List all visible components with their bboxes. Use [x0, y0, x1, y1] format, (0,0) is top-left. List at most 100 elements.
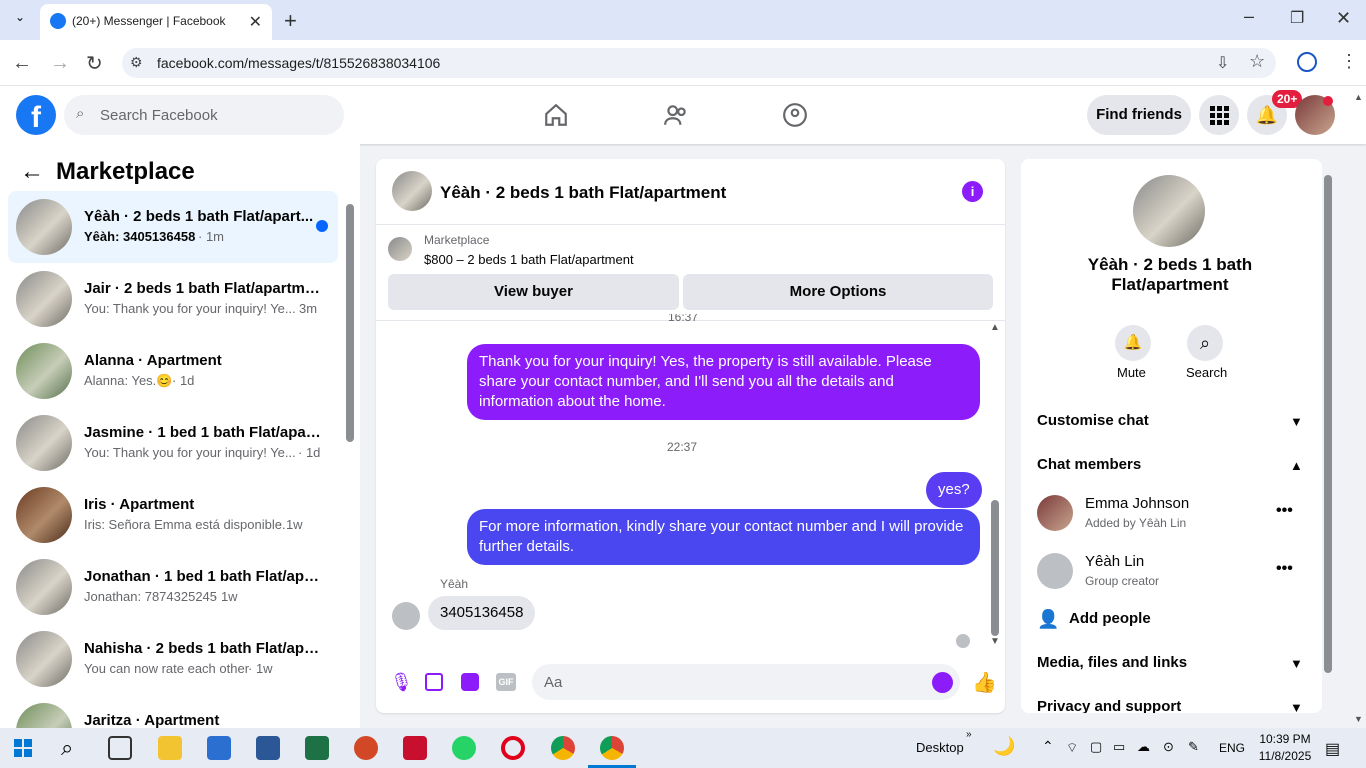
- notification-center-icon[interactable]: ▤: [1325, 739, 1340, 759]
- camera-icon[interactable]: ▢: [1090, 739, 1102, 755]
- page-scroll-down-icon[interactable]: ▼: [1354, 714, 1363, 724]
- groups-icon[interactable]: [782, 102, 808, 128]
- add-people-button[interactable]: Add people: [1069, 610, 1151, 627]
- more-icon[interactable]: •••: [1276, 560, 1293, 578]
- home-icon[interactable]: [543, 102, 569, 128]
- sticker-icon[interactable]: [461, 673, 479, 691]
- cloud-icon[interactable]: ☁: [1137, 739, 1150, 755]
- profile-avatar[interactable]: [1133, 175, 1205, 247]
- search-facebook-input[interactable]: ⌕ Search Facebook: [64, 95, 344, 135]
- install-app-icon[interactable]: ⇩: [1216, 53, 1229, 73]
- moon-icon[interactable]: 🌙: [993, 736, 1015, 757]
- chat-scrollbar[interactable]: [991, 500, 999, 636]
- chat-title[interactable]: Yêàh · 2 beds 1 bath Flat/apartment: [440, 183, 726, 203]
- page-scroll-up-icon[interactable]: ▲: [1354, 92, 1363, 102]
- bookmark-star-icon[interactable]: ☆: [1249, 51, 1265, 72]
- wifi-icon[interactable]: ⌔: [1066, 740, 1078, 756]
- file-explorer-icon[interactable]: [158, 736, 182, 760]
- minimize-icon[interactable]: –: [1244, 6, 1254, 27]
- conversation-item[interactable]: Yêàh · 2 beds 1 bath Flat/apart... Yêàh:…: [8, 191, 338, 263]
- member-name[interactable]: Emma Johnson: [1085, 495, 1189, 512]
- battery-icon[interactable]: ▭: [1113, 739, 1125, 755]
- more-icon[interactable]: •••: [1276, 502, 1293, 520]
- excel-icon[interactable]: [305, 736, 329, 760]
- chevron-down-icon[interactable]: ▼: [1290, 414, 1303, 429]
- customise-chat-section[interactable]: Customise chat: [1037, 412, 1149, 429]
- chrome-active-icon[interactable]: [600, 736, 624, 760]
- show-hidden-icons-icon[interactable]: ⌃: [1042, 738, 1054, 755]
- opera-icon[interactable]: [501, 736, 525, 760]
- conversation-item[interactable]: Jonathan · 1 bed 1 bath Flat/apa... Jona…: [8, 551, 338, 623]
- conversation-item[interactable]: Iris · Apartment Iris: Señora Emma está …: [8, 479, 338, 551]
- overflow-icon[interactable]: »: [966, 729, 972, 740]
- thumbs-up-icon[interactable]: 👍: [972, 670, 997, 695]
- browser-menu-icon[interactable]: ⋮: [1340, 51, 1358, 72]
- view-buyer-button[interactable]: View buyer: [388, 274, 679, 310]
- info-icon[interactable]: i: [962, 181, 983, 202]
- gif-icon[interactable]: GIF: [496, 673, 516, 691]
- window-close-icon[interactable]: ✕: [1336, 8, 1351, 29]
- site-info-icon[interactable]: ⚙: [130, 54, 143, 71]
- new-tab-icon[interactable]: +: [284, 8, 297, 34]
- url-text[interactable]: facebook.com/messages/t/815526838034106: [157, 55, 440, 71]
- conversation-item[interactable]: Jair · 2 beds 1 bath Flat/apartment You:…: [8, 263, 338, 335]
- chevron-down-icon[interactable]: ▼: [1290, 700, 1303, 713]
- task-view-icon[interactable]: [108, 736, 132, 760]
- media-section[interactable]: Media, files and links: [1037, 654, 1187, 671]
- network-icon[interactable]: ⊙: [1163, 739, 1174, 755]
- back-arrow-icon[interactable]: ←: [20, 158, 44, 186]
- clock-date[interactable]: 11/8/2025: [1256, 749, 1314, 763]
- more-options-button[interactable]: More Options: [683, 274, 993, 310]
- pdf-icon[interactable]: [403, 736, 427, 760]
- word-icon[interactable]: [256, 736, 280, 760]
- profile-icon[interactable]: [1297, 52, 1317, 72]
- sender-avatar[interactable]: [392, 602, 420, 630]
- pen-icon[interactable]: ✎: [1188, 739, 1199, 755]
- windows-start-icon[interactable]: [14, 739, 32, 757]
- right-scrollbar[interactable]: [1324, 175, 1332, 673]
- browser-tab[interactable]: (20+) Messenger | Facebook ✕: [40, 4, 272, 40]
- chat-avatar[interactable]: [392, 171, 432, 211]
- outgoing-message[interactable]: Thank you for your inquiry! Yes, the pro…: [467, 344, 980, 420]
- tab-search-icon[interactable]: ⌄: [10, 10, 30, 30]
- attach-photo-icon[interactable]: [425, 673, 443, 691]
- conversation-item[interactable]: Nahisha · 2 beds 1 bath Flat/apa... You …: [8, 623, 338, 695]
- facebook-logo-icon[interactable]: f: [16, 95, 56, 135]
- language-indicator[interactable]: ENG: [1219, 741, 1245, 755]
- chat-members-section[interactable]: Chat members: [1037, 456, 1141, 473]
- reload-icon[interactable]: ↻: [86, 51, 103, 76]
- member-avatar[interactable]: [1037, 553, 1073, 589]
- clock-time[interactable]: 10:39 PM: [1259, 732, 1311, 746]
- back-icon[interactable]: ←: [12, 52, 32, 75]
- voice-clip-icon[interactable]: 🎙: [390, 672, 413, 693]
- chrome-icon[interactable]: [551, 736, 575, 760]
- scroll-down-icon[interactable]: ▼: [990, 636, 1000, 647]
- outgoing-message[interactable]: For more information, kindly share your …: [467, 509, 980, 565]
- chevron-up-icon[interactable]: ▲: [1290, 458, 1303, 473]
- conversation-item[interactable]: Alanna · Apartment Alanna: Yes.😊 · 1d: [8, 335, 338, 407]
- friends-icon[interactable]: [663, 102, 689, 128]
- search-chat-icon[interactable]: ⌕: [1187, 325, 1223, 361]
- store-icon[interactable]: [207, 736, 231, 760]
- menu-grid-icon[interactable]: [1199, 95, 1239, 135]
- outgoing-message[interactable]: yes?: [926, 472, 982, 508]
- conversation-item[interactable]: Jasmine · 1 bed 1 bath Flat/apart... You…: [8, 407, 338, 479]
- restore-icon[interactable]: ❐: [1290, 8, 1304, 28]
- left-scrollbar[interactable]: [346, 204, 354, 442]
- incoming-message[interactable]: 3405136458: [428, 596, 536, 630]
- mute-bell-icon[interactable]: 🔔: [1115, 325, 1151, 361]
- close-tab-icon[interactable]: ✕: [249, 12, 262, 32]
- find-friends-button[interactable]: Find friends: [1087, 95, 1191, 135]
- scroll-up-icon[interactable]: ▲: [990, 322, 1000, 333]
- member-avatar[interactable]: [1037, 495, 1073, 531]
- taskbar-search-icon[interactable]: ⌕: [61, 735, 73, 761]
- member-name[interactable]: Yêàh Lin: [1085, 553, 1144, 570]
- message-input[interactable]: Aa: [532, 664, 960, 700]
- add-person-icon[interactable]: 👤: [1037, 609, 1059, 630]
- listing-price[interactable]: $800 – 2 beds 1 bath Flat/apartment: [424, 252, 634, 267]
- emoji-icon[interactable]: [932, 672, 953, 693]
- privacy-section[interactable]: Privacy and support: [1037, 698, 1181, 713]
- conversation-item[interactable]: Jaritza · Apartment: [8, 695, 338, 728]
- desktop-label[interactable]: Desktop: [916, 740, 964, 755]
- powerpoint-icon[interactable]: [354, 736, 378, 760]
